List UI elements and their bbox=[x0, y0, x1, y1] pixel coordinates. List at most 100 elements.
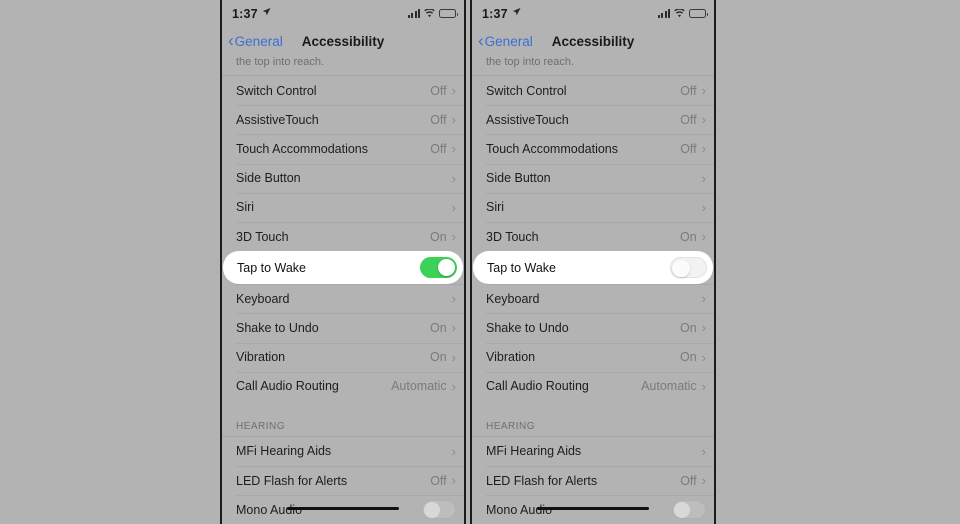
mono-audio-toggle[interactable] bbox=[672, 500, 706, 520]
tap-to-wake-toggle[interactable] bbox=[670, 257, 707, 279]
toggle-knob bbox=[424, 502, 441, 519]
row-label: Tap to Wake bbox=[237, 260, 307, 275]
table-row[interactable]: Side Button › bbox=[222, 163, 464, 193]
chevron-right-icon: › bbox=[701, 229, 706, 245]
chevron-right-icon: › bbox=[701, 443, 706, 459]
chevron-right-icon: › bbox=[451, 291, 456, 307]
toggle-knob bbox=[672, 259, 690, 278]
table-row[interactable]: Siri › bbox=[222, 192, 464, 222]
back-button-general[interactable]: ‹ General bbox=[222, 31, 283, 50]
table-row[interactable]: Keyboard › bbox=[222, 284, 464, 314]
row-value: Off bbox=[680, 83, 697, 98]
table-row[interactable]: Side Button › bbox=[472, 163, 714, 193]
mono-audio-toggle[interactable] bbox=[422, 500, 456, 520]
settings-list[interactable]: the top into reach. Switch Control Off ›… bbox=[222, 56, 464, 524]
table-row[interactable]: AssistiveTouch Off › bbox=[472, 105, 714, 135]
chevron-right-icon: › bbox=[701, 170, 706, 186]
table-row[interactable]: AssistiveTouch Off › bbox=[222, 105, 464, 135]
table-row[interactable]: Call Audio Routing Automatic › bbox=[222, 371, 464, 401]
back-button-general[interactable]: ‹ General bbox=[472, 32, 533, 50]
table-row[interactable]: Touch Accommodations Off › bbox=[472, 134, 714, 164]
chevron-right-icon: › bbox=[451, 112, 456, 128]
table-row[interactable]: Shake to Undo On › bbox=[222, 313, 464, 343]
chevron-right-icon: › bbox=[451, 141, 456, 157]
table-row[interactable]: Shake to Undo On › bbox=[472, 313, 714, 343]
back-button-label: General bbox=[484, 34, 533, 49]
row-label: AssistiveTouch bbox=[236, 112, 319, 127]
row-tap-to-wake[interactable]: Tap to Wake bbox=[223, 251, 463, 285]
row-value: On bbox=[429, 320, 447, 335]
hearing-group-left: MFi Hearing Aids › LED Flash for Alerts … bbox=[222, 436, 464, 524]
row-value: On bbox=[679, 229, 697, 244]
phone-panel-right: 1:37 ‹ General Accessibility the top int… bbox=[470, 0, 716, 524]
chevron-right-icon: › bbox=[701, 349, 706, 365]
chevron-right-icon: › bbox=[451, 170, 456, 186]
row-value: Off bbox=[430, 112, 447, 127]
phone-panel-left: 1:37 ‹ General Accessibility the top int… bbox=[220, 0, 466, 524]
row-label: 3D Touch bbox=[486, 229, 539, 244]
table-row[interactable]: 3D Touch On › bbox=[222, 221, 464, 252]
wifi-icon bbox=[674, 9, 685, 18]
location-arrow-icon bbox=[262, 7, 271, 19]
table-row[interactable]: 3D Touch On › bbox=[472, 221, 714, 252]
row-label: Shake to Undo bbox=[236, 320, 319, 335]
left-background bbox=[0, 0, 220, 524]
row-label: Touch Accommodations bbox=[236, 141, 369, 156]
chevron-right-icon: › bbox=[451, 473, 456, 489]
row-label: Switch Control bbox=[236, 83, 317, 98]
row-label: Call Audio Routing bbox=[486, 379, 589, 394]
table-row[interactable]: Siri › bbox=[472, 192, 714, 222]
table-row[interactable]: LED Flash for Alerts Off › bbox=[472, 466, 714, 496]
row-label: AssistiveTouch bbox=[486, 112, 569, 127]
chevron-left-icon: ‹ bbox=[228, 31, 234, 50]
table-row[interactable]: Vibration On › bbox=[222, 342, 464, 372]
row-tap-to-wake[interactable]: Tap to Wake bbox=[473, 251, 713, 285]
chevron-right-icon: › bbox=[451, 320, 456, 336]
table-row[interactable]: Switch Control Off › bbox=[472, 76, 714, 106]
table-row[interactable]: MFi Hearing Aids › bbox=[472, 436, 714, 467]
row-label: Switch Control bbox=[486, 83, 567, 98]
settings-list[interactable]: the top into reach. Switch Control Off ›… bbox=[472, 56, 714, 524]
row-label: LED Flash for Alerts bbox=[236, 473, 348, 488]
row-label: Vibration bbox=[486, 350, 536, 365]
row-value: Automatic bbox=[391, 379, 447, 394]
table-row[interactable]: Touch Accommodations Off › bbox=[222, 134, 464, 164]
chevron-right-icon: › bbox=[451, 199, 456, 215]
section-header-hearing: HEARING bbox=[222, 400, 464, 436]
wifi-icon bbox=[424, 9, 435, 18]
table-row[interactable]: LED Flash for Alerts Off › bbox=[222, 466, 464, 496]
table-row[interactable]: MFi Hearing Aids › bbox=[222, 436, 464, 467]
row-label: Vibration bbox=[236, 350, 286, 365]
status-bar-time: 1:37 bbox=[482, 6, 508, 21]
chevron-right-icon: › bbox=[451, 83, 456, 99]
row-value: Automatic bbox=[641, 379, 697, 394]
interaction-group-left: Switch Control Off › AssistiveTouch Off … bbox=[222, 76, 464, 401]
row-value: Off bbox=[430, 83, 447, 98]
table-row[interactable]: Vibration On › bbox=[472, 342, 714, 372]
row-label: MFi Hearing Aids bbox=[486, 444, 582, 459]
row-label: Shake to Undo bbox=[486, 320, 569, 335]
status-bar-indicators bbox=[407, 9, 458, 18]
chevron-right-icon: › bbox=[701, 291, 706, 307]
row-label: Touch Accommodations bbox=[486, 141, 619, 156]
nav-bar: ‹ General Accessibility bbox=[222, 27, 464, 56]
screenshot-stage: 1:37 ‹ General Accessibility the top int… bbox=[0, 0, 960, 524]
back-button-label: General bbox=[234, 34, 283, 49]
chevron-right-icon: › bbox=[701, 141, 706, 157]
row-label: Keyboard bbox=[236, 291, 290, 306]
interaction-group-right: Switch Control Off › AssistiveTouch Off … bbox=[472, 76, 714, 401]
row-label: Keyboard bbox=[486, 291, 540, 306]
table-row[interactable]: Call Audio Routing Automatic › bbox=[472, 371, 714, 401]
chevron-right-icon: › bbox=[451, 229, 456, 245]
table-row[interactable]: Keyboard › bbox=[472, 284, 714, 314]
previous-section-footer: the top into reach. bbox=[236, 56, 325, 68]
row-label: Tap to Wake bbox=[487, 260, 557, 275]
tap-to-wake-toggle[interactable] bbox=[420, 257, 457, 279]
row-label: Call Audio Routing bbox=[236, 379, 339, 394]
right-background bbox=[716, 0, 960, 524]
chevron-right-icon: › bbox=[701, 378, 706, 394]
home-indicator-bar bbox=[537, 506, 649, 510]
battery-icon bbox=[689, 9, 708, 18]
row-value: On bbox=[679, 320, 697, 335]
table-row[interactable]: Switch Control Off › bbox=[222, 76, 464, 106]
